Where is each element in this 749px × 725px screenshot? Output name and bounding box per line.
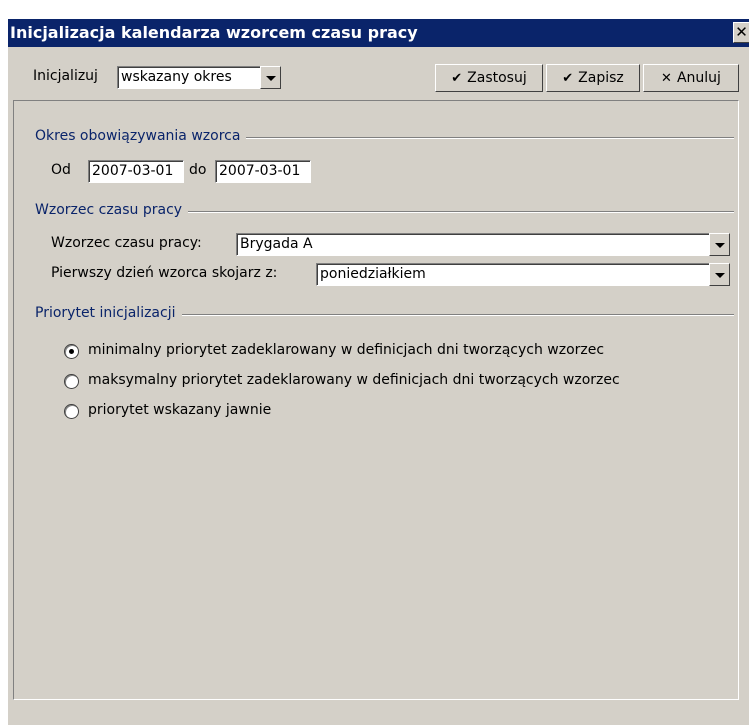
main-panel	[13, 100, 739, 700]
priority-radio-label-3[interactable]: priorytet wskazany jawnie	[88, 402, 271, 418]
first-day-label: Pierwszy dzień wzorca skojarz z:	[51, 265, 278, 281]
cancel-button[interactable]: ✕ Anuluj	[643, 64, 739, 92]
pattern-dropdown-button[interactable]	[709, 233, 730, 256]
priority-radio-label-1[interactable]: minimalny priorytet zadeklarowany w defi…	[88, 342, 604, 358]
radio-selected-dot	[69, 349, 74, 354]
apply-button[interactable]: ✔ Zastosuj	[435, 64, 543, 92]
check-icon: ✔	[562, 71, 574, 86]
first-day-value: poniedziałkiem	[320, 266, 426, 282]
priority-radio-2[interactable]	[64, 374, 79, 389]
pattern-select[interactable]: Brygada A	[236, 233, 710, 256]
save-label: Zapisz	[578, 70, 624, 86]
chevron-down-icon	[715, 243, 725, 248]
first-day-select[interactable]: poniedziałkiem	[316, 263, 710, 286]
from-label: Od	[51, 162, 71, 178]
check-icon: ✔	[451, 71, 463, 86]
window-title: Inicjalizacja kalendarza wzorcem czasu p…	[10, 23, 418, 42]
chevron-down-icon	[715, 273, 725, 278]
apply-label: Zastosuj	[467, 70, 527, 86]
pattern-group-title: Wzorzec czasu pracy	[35, 202, 189, 218]
close-icon: ✕	[661, 71, 672, 86]
period-group-title: Okres obowiązywania wzorca	[35, 128, 247, 144]
pattern-label: Wzorzec czasu pracy:	[51, 235, 202, 251]
cancel-label: Anuluj	[676, 70, 721, 86]
close-button[interactable]: ✕	[733, 22, 749, 43]
priority-radio-1[interactable]	[64, 344, 79, 359]
priority-group-title: Priorytet inicjalizacji	[35, 305, 182, 321]
init-label: Inicjalizuj	[33, 68, 98, 84]
priority-radio-3[interactable]	[64, 404, 79, 419]
pattern-value: Brygada A	[240, 236, 313, 252]
first-day-dropdown-button[interactable]	[709, 263, 730, 286]
from-date-value: 2007-03-01	[92, 163, 174, 179]
to-date-field[interactable]: 2007-03-01	[215, 160, 311, 183]
chevron-down-icon	[266, 76, 276, 81]
from-date-field[interactable]: 2007-03-01	[88, 160, 184, 183]
init-mode-value: wskazany okres	[121, 69, 232, 85]
init-mode-select[interactable]: wskazany okres	[117, 66, 261, 89]
save-button[interactable]: ✔ Zapisz	[546, 64, 640, 92]
title-bar[interactable]: Inicjalizacja kalendarza wzorcem czasu p…	[8, 19, 749, 47]
init-mode-dropdown-button[interactable]	[260, 66, 281, 89]
close-icon: ✕	[735, 23, 748, 41]
priority-radio-label-2[interactable]: maksymalny priorytet zadeklarowany w def…	[88, 372, 620, 388]
to-label: do	[189, 162, 207, 178]
to-date-value: 2007-03-01	[219, 163, 301, 179]
